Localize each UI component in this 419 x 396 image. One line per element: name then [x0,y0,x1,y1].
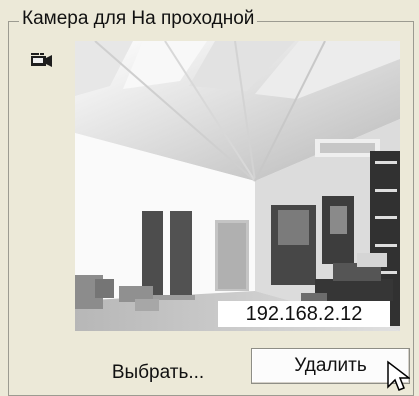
camera-ip-address: 192.168.2.12 [218,301,390,327]
camera-preview[interactable] [75,41,400,331]
video-camera-icon [31,53,52,67]
select-button[interactable]: Выбрать... [83,355,233,391]
camera-preview-image [75,41,400,331]
camera-dialog: Камера для На проходной 192.168.2.12 Выб… [0,0,419,396]
delete-button[interactable]: Удалить [251,348,410,384]
camera-group-title: Камера для На проходной [19,8,258,30]
